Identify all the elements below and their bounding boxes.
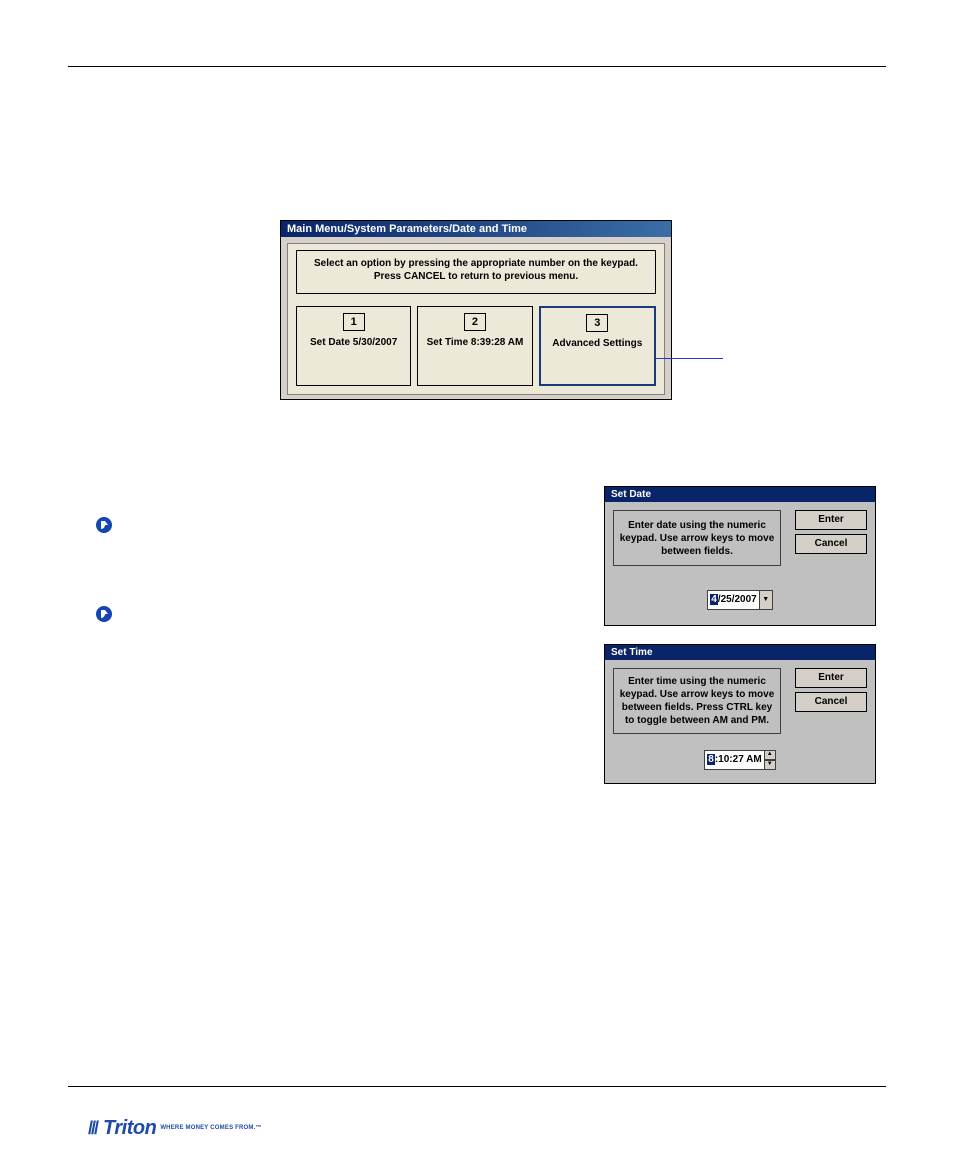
option-key-1: 1 bbox=[343, 313, 365, 331]
date-input-selected: 4 bbox=[710, 594, 718, 605]
logo-brand: Triton bbox=[103, 1117, 156, 1140]
set-time-titlebar: Set Time bbox=[605, 645, 875, 660]
time-input[interactable]: 8:10:27 AM bbox=[704, 750, 764, 770]
option-advanced-settings[interactable]: 3 Advanced Settings bbox=[539, 306, 656, 386]
set-time-message: Enter time using the numeric keypad. Use… bbox=[613, 668, 781, 734]
instruction-panel: Select an option by pressing the appropr… bbox=[296, 250, 656, 294]
bottom-rule bbox=[68, 1086, 886, 1087]
window-titlebar: Main Menu/System Parameters/Date and Tim… bbox=[281, 221, 671, 237]
option-label-1: Set Date 5/30/2007 bbox=[299, 337, 408, 349]
spinner-down-icon[interactable]: ▼ bbox=[764, 760, 776, 770]
enter-button[interactable]: Enter bbox=[795, 510, 867, 530]
triton-logo: /// Triton WHERE MONEY COMES FROM.™ bbox=[88, 1115, 262, 1141]
datetime-menu-screenshot: Main Menu/System Parameters/Date and Tim… bbox=[280, 220, 672, 400]
callout-line bbox=[655, 358, 723, 359]
option-label-2: Set Time 8:39:28 AM bbox=[420, 337, 529, 349]
instruction-line-1: Select an option by pressing the appropr… bbox=[297, 257, 655, 270]
set-date-message: Enter date using the numeric keypad. Use… bbox=[613, 510, 781, 566]
cancel-button[interactable]: Cancel bbox=[795, 692, 867, 712]
option-key-3: 3 bbox=[586, 314, 608, 332]
bullet-arrow-icon bbox=[95, 605, 113, 623]
enter-button[interactable]: Enter bbox=[795, 668, 867, 688]
date-dropdown-icon[interactable]: ▼ bbox=[759, 590, 773, 610]
option-set-time[interactable]: 2 Set Time 8:39:28 AM bbox=[417, 306, 532, 386]
spinner-up-icon[interactable]: ▲ bbox=[764, 750, 776, 760]
time-input-selected: 8 bbox=[707, 754, 715, 765]
logo-slashes-icon: /// bbox=[88, 1118, 97, 1139]
bullet-arrow-icon bbox=[95, 516, 113, 534]
date-input[interactable]: 4/25/2007 bbox=[707, 590, 760, 610]
top-rule bbox=[68, 66, 886, 67]
set-date-dialog: Set Date Enter date using the numeric ke… bbox=[604, 486, 876, 626]
instruction-line-2: Press CANCEL to return to previous menu. bbox=[297, 270, 655, 283]
date-input-rest: /25/2007 bbox=[718, 594, 757, 605]
logo-tagline: WHERE MONEY COMES FROM.™ bbox=[160, 1125, 261, 1131]
option-label-3: Advanced Settings bbox=[543, 338, 652, 350]
time-spinner[interactable]: ▲▼ bbox=[764, 750, 776, 770]
option-set-date[interactable]: 1 Set Date 5/30/2007 bbox=[296, 306, 411, 386]
set-date-titlebar: Set Date bbox=[605, 487, 875, 502]
cancel-button[interactable]: Cancel bbox=[795, 534, 867, 554]
option-key-2: 2 bbox=[464, 313, 486, 331]
set-time-dialog: Set Time Enter time using the numeric ke… bbox=[604, 644, 876, 784]
time-input-rest: :10:27 AM bbox=[715, 754, 762, 765]
